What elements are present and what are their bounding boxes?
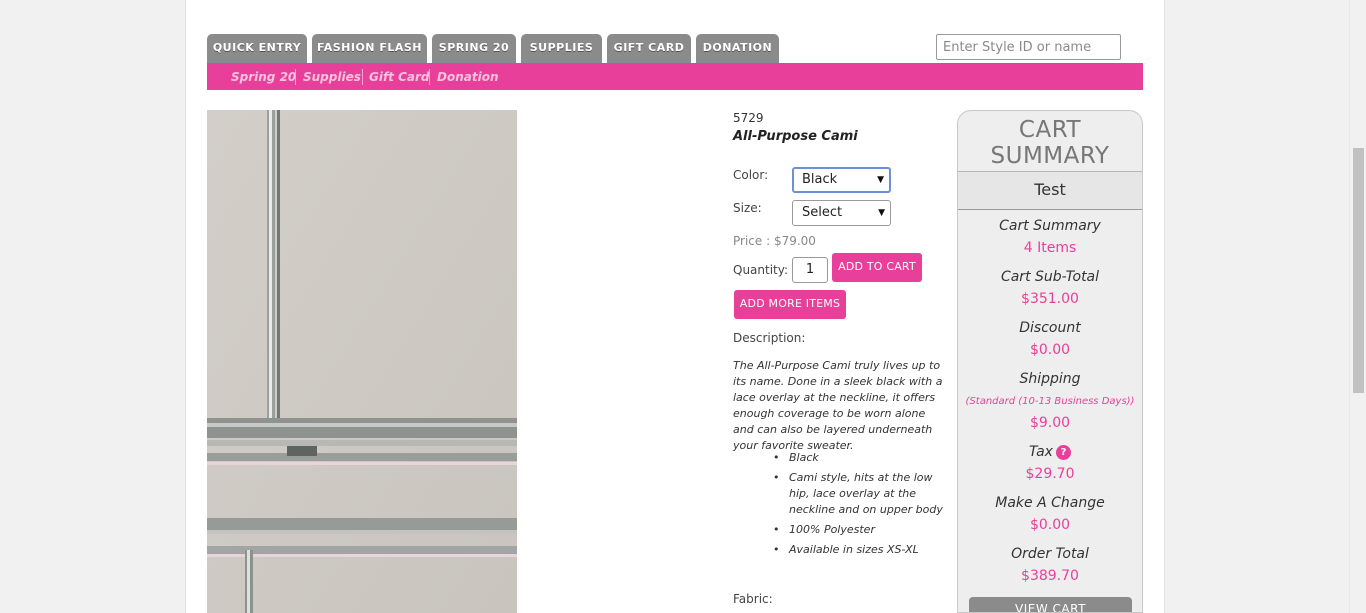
feature-list: Black Cami style, hits at the low hip, l…: [773, 450, 953, 562]
subnav-divider: [362, 69, 363, 85]
product-description: The All-Purpose Cami truly lives up to i…: [733, 359, 943, 452]
make-change-value: $0.00: [1029, 517, 1071, 533]
subnav-spring-20[interactable]: Spring 20: [231, 68, 296, 86]
style-id: 5729: [733, 111, 764, 125]
add-more-items-button[interactable]: ADD MORE ITEMS: [734, 290, 846, 319]
tab-spring-20[interactable]: SPRING 20: [432, 34, 516, 63]
chevron-down-icon: ▼: [878, 208, 885, 218]
cart-item-count: 4 Items: [1023, 240, 1077, 256]
tab-supplies[interactable]: SUPPLIES: [521, 34, 602, 63]
style-search-input[interactable]: [936, 34, 1121, 60]
scrollbar[interactable]: [1349, 0, 1366, 613]
shipping-value: $9.00: [1029, 415, 1071, 431]
cart-summary-panel: CART SUMMARY Test Cart Summary 4 Items C…: [957, 110, 1143, 613]
subnav-donation[interactable]: Donation: [437, 68, 498, 86]
quantity-label: Quantity:: [733, 263, 789, 277]
tab-quick-entry[interactable]: QUICK ENTRY: [207, 34, 307, 63]
divider: [958, 209, 1142, 210]
tab-donation[interactable]: DONATION: [696, 34, 779, 63]
subnav-gift-card[interactable]: Gift Card: [369, 68, 430, 86]
tab-fashion-flash[interactable]: FASHION FLASH: [312, 34, 427, 63]
discount-label: Discount: [1019, 320, 1081, 336]
list-item: Cami style, hits at the low hip, lace ov…: [773, 470, 953, 518]
color-label: Color:: [733, 168, 769, 182]
tab-gift-card[interactable]: GIFT CARD: [607, 34, 691, 63]
list-item: Available in sizes XS-XL: [773, 542, 953, 558]
discount-value: $0.00: [1029, 342, 1071, 358]
product-image: [207, 110, 517, 613]
subtotal-label: Cart Sub-Total: [1000, 269, 1100, 285]
subnav-divider: [295, 69, 296, 85]
help-icon[interactable]: ?: [1055, 445, 1071, 460]
tax-row: Tax?: [958, 444, 1142, 460]
product-name: All-Purpose Cami: [733, 129, 858, 144]
make-change-label: Make A Change: [995, 495, 1105, 511]
size-label: Size:: [733, 201, 762, 215]
color-select-value: Black: [802, 172, 838, 187]
list-item: Black: [773, 450, 953, 466]
subtotal-value: $351.00: [1021, 291, 1079, 307]
scrollbar-thumb[interactable]: [1353, 148, 1364, 393]
product-photo-art: [207, 110, 517, 613]
tax-label: Tax: [1029, 444, 1053, 460]
chevron-down-icon: ▼: [877, 175, 884, 185]
cart-summary-title: CART SUMMARY: [990, 117, 1110, 169]
cart-user-name: Test: [958, 172, 1142, 209]
order-total-label: Order Total: [1011, 546, 1089, 562]
sub-navigation: Spring 20 Supplies Gift Card Donation: [207, 63, 1143, 90]
order-total-value: $389.70: [1021, 568, 1079, 584]
tax-value: $29.70: [1025, 466, 1075, 482]
cart-summary-label: Cart Summary: [999, 218, 1101, 234]
quantity-input[interactable]: 1: [792, 257, 828, 283]
list-item: 100% Polyester: [773, 522, 953, 538]
view-cart-button[interactable]: VIEW CART: [969, 597, 1132, 612]
subnav-supplies[interactable]: Supplies: [303, 68, 361, 86]
subnav-divider: [429, 69, 430, 85]
color-select[interactable]: Black ▼: [792, 167, 891, 193]
size-select-value: Select: [802, 205, 843, 220]
description-label: Description:: [733, 331, 806, 345]
shipping-label: Shipping: [1019, 371, 1081, 387]
add-to-cart-button[interactable]: ADD TO CART: [832, 253, 922, 282]
shipping-method: (Standard (10-13 Business Days)): [965, 396, 1135, 407]
product-price: Price : $79.00: [733, 234, 816, 248]
fabric-label: Fabric:: [733, 592, 773, 606]
size-select[interactable]: Select ▼: [792, 200, 891, 226]
